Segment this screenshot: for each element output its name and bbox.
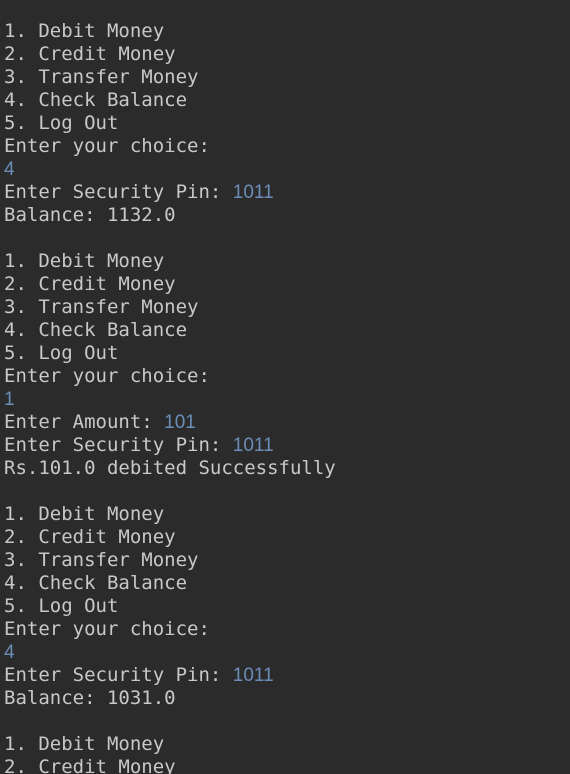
console-line: 1. Debit Money: [4, 20, 336, 43]
user-input: 1011: [232, 435, 274, 456]
user-input: 101: [164, 412, 196, 433]
console-line: Enter Amount: 101: [4, 411, 336, 434]
line-text: Balance: 1132.0: [4, 204, 176, 226]
console-line: 2. Credit Money: [4, 43, 336, 66]
console-line: 3. Transfer Money: [4, 66, 336, 89]
console-line: 4: [4, 158, 336, 181]
line-text: 1. Debit Money: [4, 20, 165, 42]
line-text: 2. Credit Money: [4, 756, 176, 774]
line-text: Enter your choice:: [4, 618, 210, 640]
console-line: Enter your choice:: [4, 135, 336, 158]
console-lines: 1. Debit Money 2. Credit Money 3. Transf…: [4, 20, 336, 774]
user-input: 4: [4, 159, 15, 180]
user-input: 4: [4, 642, 15, 663]
console-line: Enter Security Pin: 1011: [4, 664, 336, 687]
console-output-panel[interactable]: 1. Debit Money 2. Credit Money 3. Transf…: [0, 0, 570, 774]
console-line: Enter your choice:: [4, 365, 336, 388]
line-text: 2. Credit Money: [4, 526, 176, 548]
line-text: 5. Log Out: [4, 595, 119, 617]
console-line: 5. Log Out: [4, 342, 336, 365]
user-input: 1011: [232, 665, 274, 686]
console-line: 4. Check Balance: [4, 572, 336, 595]
user-input: 1: [4, 389, 15, 410]
line-text: 1. Debit Money: [4, 733, 165, 755]
console-line: 3. Transfer Money: [4, 296, 336, 319]
console-line: 1. Debit Money: [4, 250, 336, 273]
console-line: Enter Security Pin: 1011: [4, 181, 336, 204]
console-line: 1. Debit Money: [4, 503, 336, 526]
console-line: 5. Log Out: [4, 112, 336, 135]
console-line: 4. Check Balance: [4, 89, 336, 112]
console-line: Balance: 1132.0: [4, 204, 336, 227]
console-line: Enter your choice:: [4, 618, 336, 641]
line-text: Enter Amount:: [4, 411, 165, 433]
line-text: Enter Security Pin:: [4, 664, 233, 686]
line-text: Balance: 1031.0: [4, 687, 176, 709]
console-line: Balance: 1031.0: [4, 687, 336, 710]
line-text: Rs.101.0 debited Successfully: [4, 457, 336, 479]
line-text: 5. Log Out: [4, 342, 119, 364]
line-text: Enter Security Pin:: [4, 434, 233, 456]
line-text: 3. Transfer Money: [4, 66, 199, 88]
console-line: 2. Credit Money: [4, 526, 336, 549]
line-text: Enter your choice:: [4, 365, 210, 387]
line-text: 5. Log Out: [4, 112, 119, 134]
line-text: Enter your choice:: [4, 135, 210, 157]
line-text: Enter Security Pin:: [4, 181, 233, 203]
line-text: 2. Credit Money: [4, 273, 176, 295]
console-line: 2. Credit Money: [4, 756, 336, 774]
line-text: 2. Credit Money: [4, 43, 176, 65]
line-text: 3. Transfer Money: [4, 296, 199, 318]
console-line: 4. Check Balance: [4, 319, 336, 342]
line-text: 4. Check Balance: [4, 572, 188, 594]
line-text: 4. Check Balance: [4, 319, 188, 341]
console-line: 5. Log Out: [4, 595, 336, 618]
console-line: 2. Credit Money: [4, 273, 336, 296]
console-line: Enter Security Pin: 1011: [4, 434, 336, 457]
line-text: 1. Debit Money: [4, 250, 165, 272]
line-text: 3. Transfer Money: [4, 549, 199, 571]
console-line: Rs.101.0 debited Successfully: [4, 457, 336, 480]
console-line: 3. Transfer Money: [4, 549, 336, 572]
line-text: 1. Debit Money: [4, 503, 165, 525]
console-line: 4: [4, 641, 336, 664]
line-text: 4. Check Balance: [4, 89, 188, 111]
console-line: 1. Debit Money: [4, 733, 336, 756]
user-input: 1011: [232, 182, 274, 203]
console-line: 1: [4, 388, 336, 411]
